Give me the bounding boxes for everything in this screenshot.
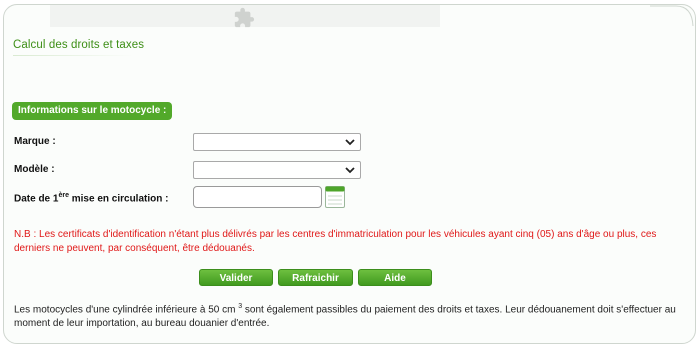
calendar-icon[interactable] [325,186,345,208]
section-title: Informations sur le motocycle : [12,102,173,120]
valider-button[interactable]: Valider [199,269,273,286]
rafraichir-button[interactable]: Rafraichir [278,269,353,286]
date-input[interactable] [193,186,322,208]
puzzle-icon [234,7,255,28]
chevron-down-icon [345,139,355,146]
panel-corner-decoration [650,5,694,27]
marque-select[interactable] [193,133,361,151]
chevron-down-icon [345,167,355,174]
date-label: Date de 1ère mise en circulation : [14,192,168,204]
notice-text: N.B : Les certificats d'identification n… [14,229,657,254]
date-label-start: Date de 1 [14,193,59,205]
marque-label: Marque : [14,136,56,147]
aide-button[interactable]: Aide [358,269,432,286]
date-label-end: mise en circulation : [68,193,169,205]
modele-select[interactable] [193,161,361,179]
footer-text-start: Les motocycles d'une cylindrée inférieur… [14,304,236,316]
title-underline [13,55,133,56]
footer-text: Les motocycles d'une cylindrée inférieur… [14,300,686,331]
date-label-superscript: ère [58,192,69,199]
modele-label: Modèle : [14,164,55,175]
page-title: Calcul des droits et taxes [13,39,145,51]
